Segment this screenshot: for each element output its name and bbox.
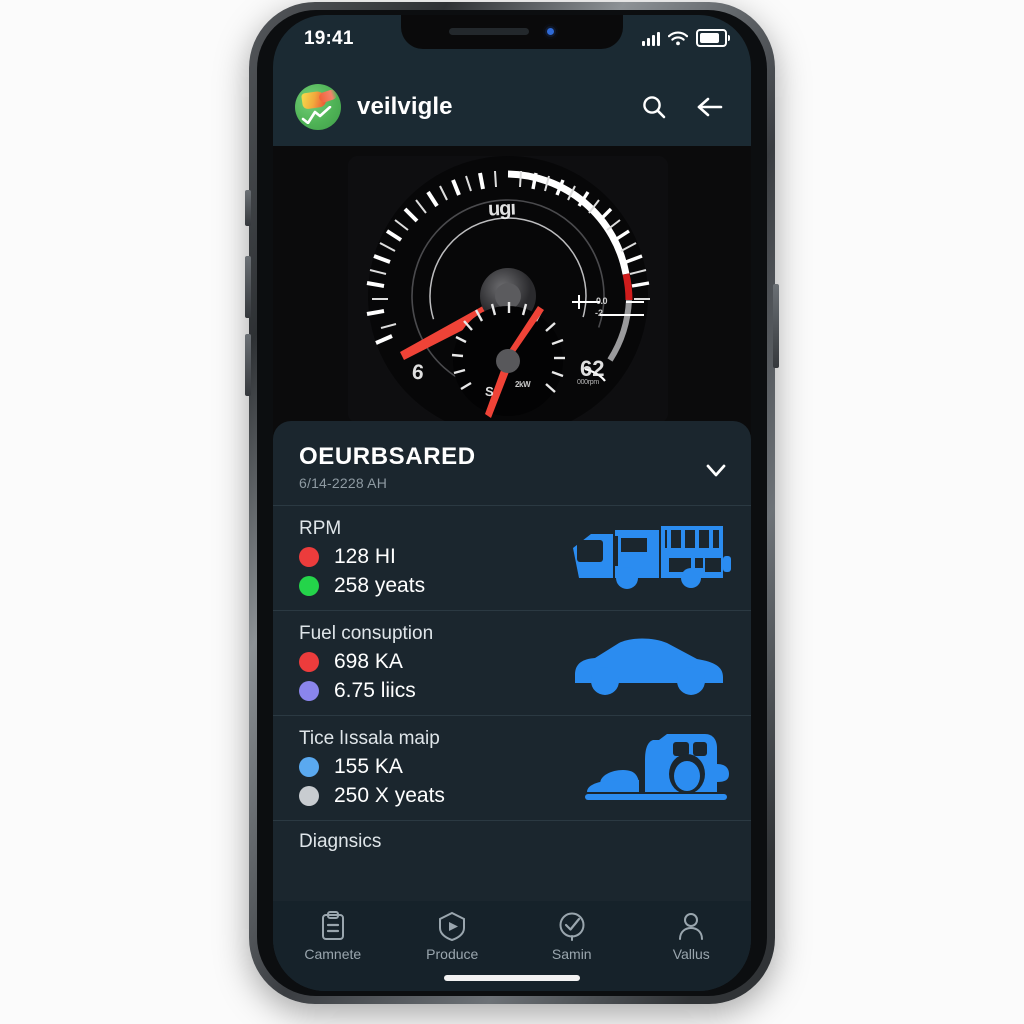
nav-label: Produce: [426, 946, 479, 962]
gauge-inner-right-label: 2kW: [515, 380, 531, 389]
metric-value: 698 KA: [334, 650, 403, 673]
metric-value: 258 yeats: [334, 574, 426, 597]
gauge-panel: ugı 6 62 000rpm 0.0 -2 S 2kW: [273, 146, 751, 431]
metric-value: 250 X yeats: [334, 784, 445, 807]
nav-label: Camnete: [304, 946, 362, 962]
app-header-actions: [639, 92, 725, 122]
earpiece-speaker: [449, 28, 529, 35]
sheet-subtitle: 6/14-2228 AH: [299, 475, 388, 491]
status-dot: [299, 681, 319, 701]
battery-icon: [696, 29, 730, 47]
shield-play-icon: [404, 911, 500, 941]
app-title: veilvigle: [357, 92, 453, 120]
logo-chart-line: [301, 105, 332, 124]
home-indicator[interactable]: [444, 975, 580, 981]
truck-icon: [569, 520, 735, 597]
vehicle-data-sheet: OEURBSARED 6/14-2228 AH RPM 128 HI 258 y: [273, 421, 751, 991]
sheet-header: OEURBSARED 6/14-2228 AH: [273, 421, 751, 506]
metric-value: 6.75 liics: [334, 679, 416, 702]
sheet-title: OEURBSARED: [299, 443, 476, 470]
nav-item-camnete[interactable]: Camnete: [285, 911, 381, 962]
gauge-right-sublabel: 000rpm: [577, 379, 599, 386]
status-icons: [642, 29, 730, 47]
gauge-inner-left-label: S: [484, 383, 495, 400]
back-arrow-icon[interactable]: [695, 92, 725, 122]
check-circle-icon: [524, 911, 620, 941]
phone-screen: 19:41 veilvigle ugı 6 62 000rpm 0.0 -2 S…: [273, 15, 751, 991]
phone-power-button[interactable]: [773, 284, 779, 368]
phone-volume-up-button[interactable]: [245, 256, 251, 318]
metric-row[interactable]: RPM 128 HI 258 yeats: [273, 506, 751, 611]
person-icon: [643, 911, 739, 941]
gauge-mid-label-2: -2: [595, 308, 604, 318]
status-dot: [299, 757, 319, 777]
nav-label: Vallus: [672, 946, 710, 962]
phone-volume-down-button[interactable]: [245, 334, 251, 396]
status-dot: [299, 786, 319, 806]
app-logo-icon: [295, 83, 341, 130]
search-icon[interactable]: [639, 92, 669, 122]
gauge-graphic: [348, 156, 668, 423]
speedometer-gauge: ugı 6 62 000rpm 0.0 -2 S 2kW: [348, 156, 668, 423]
nav-item-vallus[interactable]: Vallus: [643, 911, 739, 962]
gauge-left-label: 6: [410, 360, 425, 385]
screenshot-stage: 19:41 veilvigle ugı 6 62 000rpm 0.0 -2 S…: [0, 0, 1024, 1024]
status-dot: [299, 576, 319, 596]
car-icon: [569, 631, 729, 702]
chevron-down-icon[interactable]: [703, 457, 729, 483]
metric-row[interactable]: Tice lıssala maip 155 KA 250 X yeats: [273, 716, 751, 821]
metric-row[interactable]: Fuel consuption 698 KA 6.75 liics: [273, 611, 751, 716]
app-header: veilvigle: [273, 67, 751, 146]
nav-item-produce[interactable]: Produce: [404, 911, 500, 962]
vehicle-service-icon: [581, 730, 731, 815]
wifi-icon: [668, 31, 688, 45]
phone-notch: [401, 15, 623, 49]
status-time: 19:41: [304, 28, 354, 49]
status-dot: [299, 547, 319, 567]
gauge-mid-label: 0.0: [596, 296, 608, 306]
nav-label: Samin: [551, 946, 592, 962]
front-camera: [543, 24, 558, 39]
next-section-heading[interactable]: Diagnsics: [273, 821, 751, 853]
phone-mute-switch[interactable]: [245, 190, 251, 226]
status-dot: [299, 652, 319, 672]
metric-value: 128 HI: [334, 545, 396, 568]
clipboard-icon: [285, 911, 381, 941]
metric-value: 155 KA: [334, 755, 403, 778]
gauge-top-label: ugı: [487, 197, 516, 221]
nav-item-samin[interactable]: Samin: [524, 911, 620, 962]
signal-bars-icon: [642, 31, 660, 46]
metric-title: Diagnsics: [299, 831, 382, 852]
